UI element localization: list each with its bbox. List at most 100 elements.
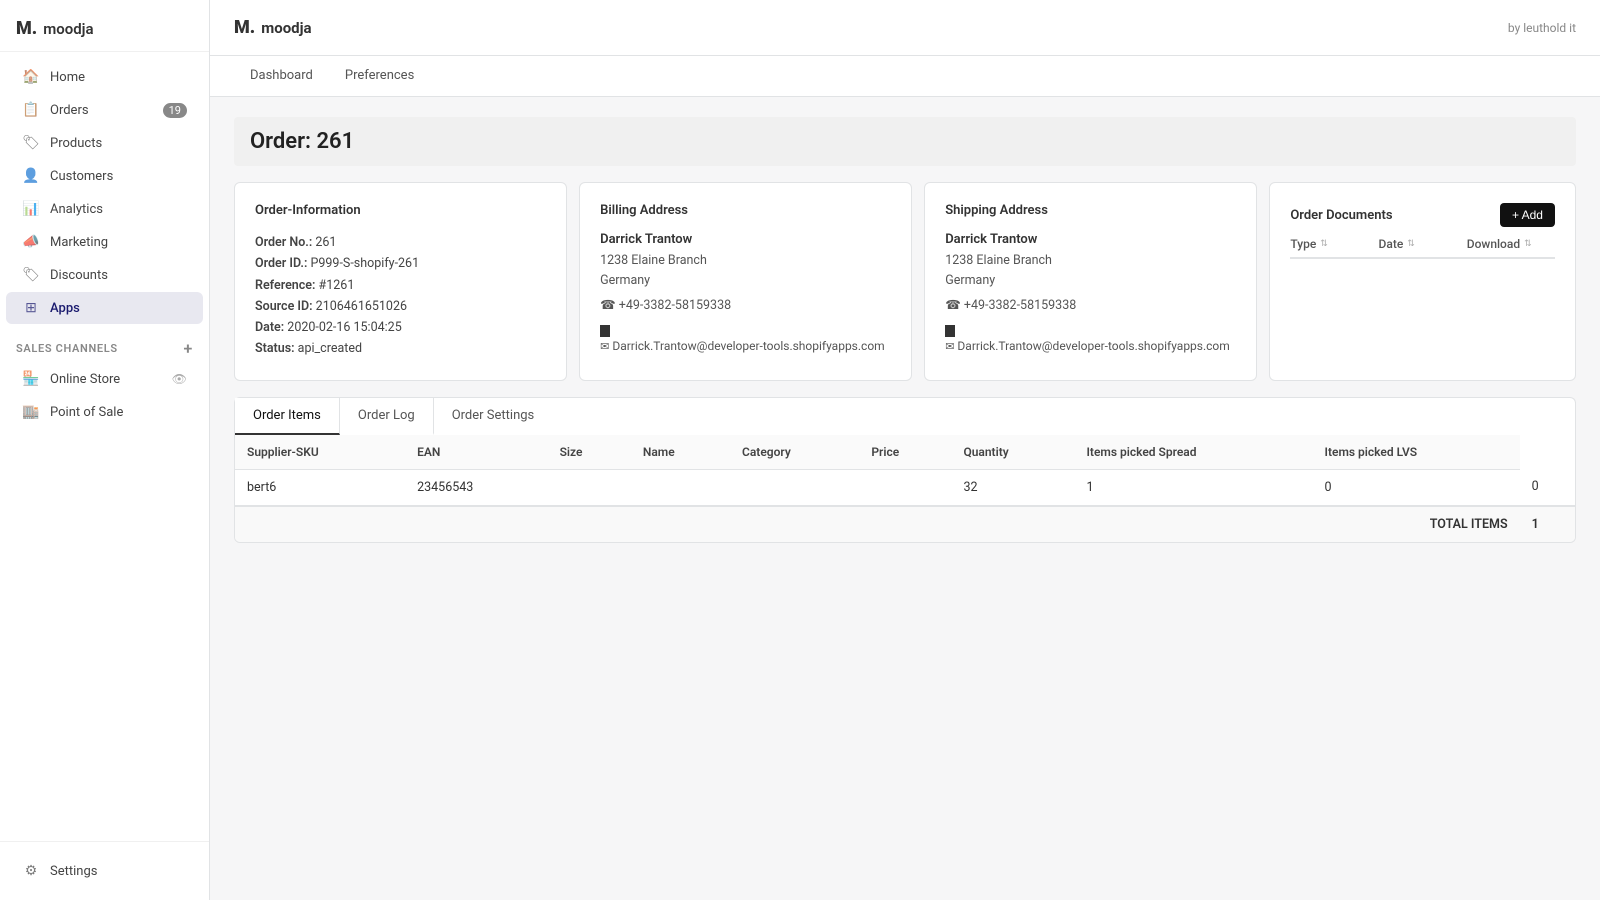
order-no-value: 261 bbox=[315, 235, 336, 250]
shipping-title: Shipping Address bbox=[945, 203, 1236, 218]
cell-0: bert6 bbox=[235, 469, 405, 506]
add-document-button[interactable]: + Add bbox=[1500, 203, 1555, 227]
main-area: M. moodja by leuthold it DashboardPrefer… bbox=[210, 0, 1600, 900]
shipping-address: 1238 Elaine Branch Germany bbox=[945, 251, 1236, 291]
billing-name: Darrick Trantow bbox=[600, 232, 891, 247]
sidebar-item-analytics[interactable]: 📊 Analytics bbox=[6, 193, 203, 225]
shipping-icon-block bbox=[945, 325, 955, 337]
billing-title: Billing Address bbox=[600, 203, 891, 218]
nav-label-orders: Orders bbox=[50, 103, 89, 118]
sidebar-item-orders[interactable]: 📋Orders19 bbox=[6, 94, 203, 126]
nav-icon-online-store: 🏪 bbox=[22, 371, 40, 387]
col-price: Price bbox=[859, 435, 951, 470]
cell-7: 1 bbox=[1074, 469, 1312, 506]
items-table-wrap: Supplier-SKUEANSizeNameCategoryPriceQuan… bbox=[234, 435, 1576, 543]
nav-icon-orders: 📋 bbox=[22, 102, 40, 118]
order-tab-order-settings[interactable]: Order Settings bbox=[434, 398, 553, 435]
nav-label-point-of-sale: Point of Sale bbox=[50, 405, 123, 420]
reference-label: Reference: bbox=[255, 278, 315, 293]
date-value: 2020-02-16 15:04:25 bbox=[287, 320, 401, 335]
topbar-branding: M. moodja bbox=[234, 17, 312, 38]
topbar-logo-letter: M. bbox=[234, 17, 255, 38]
sales-channels-label: SALES CHANNELS bbox=[16, 342, 118, 355]
type-sort-icon[interactable]: ⇅ bbox=[1320, 239, 1328, 249]
nav-label-online-store: Online Store bbox=[50, 372, 120, 387]
reference-value: #1261 bbox=[319, 278, 355, 293]
doc-col-date: Date ⇅ bbox=[1379, 237, 1467, 251]
eye-icon[interactable]: 👁 bbox=[172, 372, 187, 386]
download-sort-icon[interactable]: ⇅ bbox=[1524, 239, 1532, 249]
total-value: 1 bbox=[1520, 506, 1575, 542]
col-items-picked-spread: Items picked Spread bbox=[1074, 435, 1312, 470]
order-tab-order-log[interactable]: Order Log bbox=[340, 398, 434, 435]
shipping-phone: ☎ +49-3382-58159338 bbox=[945, 297, 1236, 313]
billing-card: Billing Address Darrick Trantow 1238 Ela… bbox=[579, 182, 912, 381]
date-sort-icon[interactable]: ⇅ bbox=[1407, 239, 1415, 249]
nav-label-products: Products bbox=[50, 136, 102, 151]
logo-name: moodja bbox=[43, 20, 93, 38]
sidebar-nav: 🏠Home📋Orders19🏷Products👤Customers📊Analyt… bbox=[0, 52, 209, 841]
cards-row: Order-Information Order No.: 261 Order I… bbox=[234, 182, 1576, 381]
shipping-street: 1238 Elaine Branch bbox=[945, 251, 1236, 271]
page-title: Order: 261 bbox=[234, 117, 1576, 166]
order-info-title: Order-Information bbox=[255, 203, 546, 218]
sidebar-item-apps[interactable]: ⊞Apps bbox=[6, 292, 203, 324]
sidebar-item-home[interactable]: 🏠Home bbox=[6, 61, 203, 93]
order-id-label: Order ID.: bbox=[255, 256, 307, 271]
cell-2 bbox=[548, 469, 631, 506]
billing-icon-block bbox=[600, 325, 610, 337]
shipping-email: ✉ Darrick.Trantow@developer-tools.shopif… bbox=[945, 339, 1236, 353]
billing-email: ✉ Darrick.Trantow@developer-tools.shopif… bbox=[600, 339, 891, 353]
nav-icon-customers: 👤 bbox=[22, 168, 40, 184]
sidebar-item-marketing[interactable]: 📣Marketing bbox=[6, 226, 203, 258]
page-content: Order: 261 Order-Information Order No.: … bbox=[210, 97, 1600, 900]
nav-label-settings: Settings bbox=[50, 864, 97, 879]
doc-table-header: Type ⇅ Date ⇅ Download ⇅ bbox=[1290, 237, 1555, 259]
status-label: Status: bbox=[255, 341, 295, 356]
nav-icon-analytics: 📊 bbox=[22, 201, 40, 217]
order-info-card: Order-Information Order No.: 261 Order I… bbox=[234, 182, 567, 381]
nav-label-customers: Customers bbox=[50, 169, 113, 184]
order-no-label: Order No.: bbox=[255, 235, 312, 250]
cell-1: 23456543 bbox=[405, 469, 547, 506]
documents-title: Order Documents bbox=[1290, 208, 1392, 223]
tab-preferences[interactable]: Preferences bbox=[329, 56, 430, 97]
sidebar-item-discounts[interactable]: 🏷Discounts bbox=[6, 259, 203, 291]
topbar-by-text: by leuthold it bbox=[1508, 21, 1576, 35]
shipping-name: Darrick Trantow bbox=[945, 232, 1236, 247]
doc-col-download: Download ⇅ bbox=[1467, 237, 1555, 251]
sidebar-item-settings[interactable]: ⚙Settings bbox=[6, 855, 203, 887]
doc-col-type: Type ⇅ bbox=[1290, 237, 1378, 251]
sidebar-item-products[interactable]: 🏷Products bbox=[6, 127, 203, 159]
items-table-head: Supplier-SKUEANSizeNameCategoryPriceQuan… bbox=[235, 435, 1575, 470]
source-id-label: Source ID: bbox=[255, 299, 313, 314]
logo-letter: M. bbox=[16, 18, 37, 39]
sidebar-item-customers[interactable]: 👤 Customers bbox=[6, 160, 203, 192]
items-table: Supplier-SKUEANSizeNameCategoryPriceQuan… bbox=[235, 435, 1575, 542]
col-size: Size bbox=[548, 435, 631, 470]
nav-icon-discounts: 🏷 bbox=[22, 267, 40, 283]
order-tabs-bar: Order ItemsOrder LogOrder Settings bbox=[234, 397, 1576, 435]
col-name: Name bbox=[631, 435, 730, 470]
billing-country: Germany bbox=[600, 271, 891, 291]
sidebar-footer: ⚙Settings bbox=[0, 841, 209, 900]
cell-3 bbox=[631, 469, 730, 506]
sidebar-item-online-store[interactable]: 🏪 Online Store 👁 bbox=[6, 363, 203, 395]
order-tab-order-items[interactable]: Order Items bbox=[235, 398, 340, 435]
cell-4 bbox=[730, 469, 859, 506]
sidebar-item-point-of-sale[interactable]: 🏬Point of Sale bbox=[6, 396, 203, 428]
source-id-value: 2106461651026 bbox=[316, 299, 407, 314]
sales-channels-section: SALES CHANNELS + bbox=[0, 325, 209, 362]
order-id-value: P999-S-shopify-261 bbox=[311, 256, 420, 271]
add-channel-icon[interactable]: + bbox=[184, 339, 193, 358]
nav-label-marketing: Marketing bbox=[50, 235, 108, 250]
nav-label-analytics: Analytics bbox=[50, 202, 103, 217]
tab-dashboard[interactable]: Dashboard bbox=[234, 56, 329, 97]
items-table-body: bert62345654332100TOTAL ITEMS1 bbox=[235, 469, 1575, 542]
sidebar: M. moodja 🏠Home📋Orders19🏷Products👤Custom… bbox=[0, 0, 210, 900]
col-quantity: Quantity bbox=[951, 435, 1074, 470]
col-items-picked-lvs: Items picked LVS bbox=[1313, 435, 1520, 470]
col-category: Category bbox=[730, 435, 859, 470]
total-row: TOTAL ITEMS1 bbox=[235, 506, 1575, 542]
page-tabs: DashboardPreferences bbox=[210, 56, 1600, 97]
